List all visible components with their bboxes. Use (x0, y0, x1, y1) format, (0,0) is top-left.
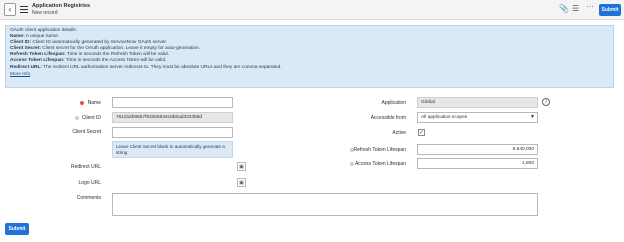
access-token-lifespan-label: Access Token Lifespan (354, 161, 406, 167)
client-secret-hint: Leave Client Secret blank to automatical… (112, 141, 233, 158)
application-field: Global (417, 97, 538, 108)
more-info-link[interactable]: More Info (10, 72, 30, 77)
info-message-box: OAuth client application details. Name: … (5, 25, 614, 88)
accessible-from-select[interactable]: All application scopes ▼ (417, 112, 538, 123)
accessible-from-value: All application scopes (421, 115, 468, 120)
more-dots-icon[interactable]: ··· (586, 3, 594, 11)
active-label: Active (392, 130, 406, 136)
name-input[interactable] (112, 97, 233, 108)
refresh-token-lifespan-label: Refresh Token Lifespan (353, 147, 406, 153)
comments-textarea[interactable] (112, 193, 538, 216)
comments-label: Comments (76, 195, 101, 201)
logo-url-label: Logo URL (78, 180, 101, 186)
submit-button-top[interactable]: Submit (599, 4, 621, 16)
redirect-url-lock-button[interactable]: ▣ (237, 162, 246, 171)
sliders-icon[interactable]: ☰ (572, 5, 579, 13)
logo-url-lock-button[interactable]: ▣ (237, 178, 246, 187)
page-title: Application Registries (32, 3, 91, 9)
refresh-token-lifespan-input[interactable]: 8,640,000 (417, 144, 538, 155)
chevron-down-icon: ▼ (530, 114, 535, 120)
client-id-field: 7611b2b9557f83306534c5b6ad3223b8d (112, 112, 233, 123)
hamburger-menu-icon[interactable] (20, 6, 28, 13)
info-line: Redirect URL: The redirect URL authoriza… (10, 64, 282, 70)
active-checkbox[interactable]: ✓ (418, 129, 425, 136)
client-secret-input[interactable] (112, 127, 233, 138)
page-subtitle: New record (32, 10, 58, 16)
client-id-label: Client ID (81, 115, 101, 121)
redirect-url-label: Redirect URL (70, 164, 101, 170)
accessible-from-label: Accessible from (370, 115, 406, 121)
client-secret-label: Client Secret (72, 129, 101, 135)
form-header: ‹ Application Registries New record 📎 ☰ … (0, 0, 624, 20)
info-circle-icon[interactable]: i (542, 98, 550, 106)
lock-icon: ▣ (239, 179, 244, 186)
chevron-left-icon: ‹ (8, 4, 12, 14)
lock-icon: ▣ (239, 163, 244, 170)
paperclip-icon[interactable]: 📎 (559, 5, 569, 13)
name-label: Name (87, 100, 101, 106)
back-button[interactable]: ‹ (4, 3, 16, 16)
submit-button-bottom[interactable]: Submit (5, 223, 29, 235)
access-token-lifespan-input[interactable]: 1,800 (417, 158, 538, 169)
application-label: Application (381, 100, 406, 106)
